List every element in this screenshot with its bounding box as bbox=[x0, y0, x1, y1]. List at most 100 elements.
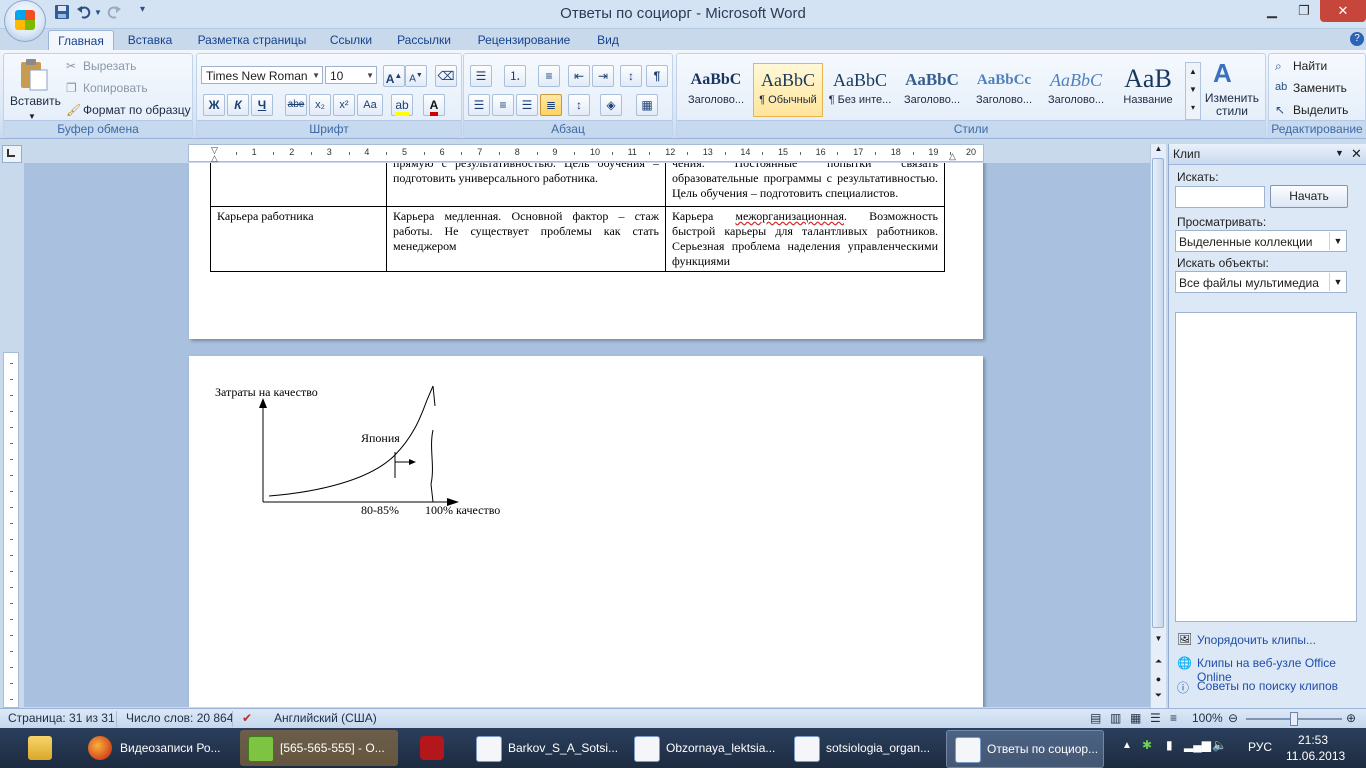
pane-options-icon[interactable]: ▼ bbox=[1335, 148, 1344, 158]
find-button[interactable]: Найти bbox=[1293, 59, 1327, 73]
taskbar-item[interactable]: Barkov_S_A_Sotsi... bbox=[468, 730, 618, 766]
font-color-icon[interactable]: A bbox=[423, 94, 445, 116]
style-no-spacing[interactable]: AaBbC ¶ Без инте... bbox=[825, 63, 895, 117]
styles-scroll[interactable]: ▲ ▼ ▾ bbox=[1185, 62, 1201, 120]
tray-device-icon[interactable]: ▮ bbox=[1166, 738, 1173, 752]
style-title[interactable]: AaB Название bbox=[1113, 63, 1183, 117]
replace-button[interactable]: Заменить bbox=[1293, 81, 1347, 95]
font-size-combo[interactable]: 10 ▼ bbox=[325, 66, 377, 84]
page-count[interactable]: Страница: 31 из 31 bbox=[8, 711, 115, 725]
copy-button[interactable]: Копировать bbox=[83, 81, 148, 95]
right-indent-marker[interactable]: △ bbox=[949, 151, 956, 162]
bullets-icon[interactable]: ☰ bbox=[470, 65, 492, 87]
tab-insert[interactable]: Вставка bbox=[118, 30, 182, 50]
network-icon[interactable]: ▂▄▆ bbox=[1184, 738, 1211, 752]
format-painter-button[interactable]: Формат по образцу bbox=[83, 103, 191, 117]
proofing-icon[interactable]: ✔ bbox=[242, 711, 252, 725]
line-spacing-icon[interactable]: ↕ bbox=[568, 94, 590, 116]
show-formatting-button[interactable]: ¶ bbox=[646, 65, 668, 87]
zoom-slider-thumb[interactable] bbox=[1290, 712, 1298, 726]
cut-button[interactable]: Вырезать bbox=[83, 59, 136, 73]
clip-search-input[interactable] bbox=[1175, 186, 1265, 208]
full-screen-reading-icon[interactable]: ▥ bbox=[1110, 711, 1121, 725]
draft-icon[interactable]: ≡ bbox=[1170, 711, 1177, 725]
volume-icon[interactable]: 🔈 bbox=[1212, 738, 1227, 752]
tab-selector[interactable] bbox=[2, 145, 22, 163]
strikethrough-button[interactable]: abe bbox=[285, 94, 307, 116]
taskbar-item[interactable] bbox=[406, 730, 460, 766]
select-browse-object-icon[interactable]: ● bbox=[1152, 674, 1165, 684]
clock-time[interactable]: 21:53 bbox=[1298, 733, 1328, 747]
tab-review[interactable]: Рецензирование bbox=[468, 30, 580, 50]
taskbar-item-active[interactable]: Ответы по социор... bbox=[946, 730, 1104, 768]
scroll-thumb[interactable] bbox=[1152, 158, 1164, 628]
input-language[interactable]: РУС bbox=[1248, 740, 1272, 754]
paste-button[interactable]: Вставить bbox=[10, 94, 61, 108]
paste-icon[interactable] bbox=[16, 58, 50, 92]
zoom-out-icon[interactable]: ⊖ bbox=[1228, 711, 1238, 725]
increase-indent-icon[interactable]: ⇥ bbox=[592, 65, 614, 87]
organize-clips-link[interactable]: Упорядочить клипы... bbox=[1197, 633, 1316, 647]
zoom-in-icon[interactable]: ⊕ bbox=[1346, 711, 1356, 725]
style-heading-3[interactable]: AaBbCc Заголово... bbox=[969, 63, 1039, 117]
tab-references[interactable]: Ссылки bbox=[322, 30, 380, 50]
print-layout-icon[interactable]: ▤ bbox=[1090, 711, 1101, 725]
underline-button[interactable]: Ч bbox=[251, 94, 273, 116]
close-button[interactable]: ✕ bbox=[1320, 0, 1366, 22]
multilevel-list-icon[interactable]: ≡ bbox=[538, 65, 560, 87]
style-normal[interactable]: AaBbC ¶ Обычный bbox=[753, 63, 823, 117]
align-left-icon[interactable]: ☰ bbox=[468, 94, 490, 116]
tab-view[interactable]: Вид bbox=[588, 30, 628, 50]
tab-page-layout[interactable]: Разметка страницы bbox=[190, 30, 314, 50]
next-page-icon[interactable]: ⏷ bbox=[1152, 690, 1165, 701]
media-type-select[interactable]: Все файлы мультимедиа ▼ bbox=[1175, 271, 1347, 293]
decrease-indent-icon[interactable]: ⇤ bbox=[568, 65, 590, 87]
pane-close-icon[interactable]: ✕ bbox=[1351, 146, 1362, 162]
outline-icon[interactable]: ☰ bbox=[1150, 711, 1161, 725]
tab-home[interactable]: Главная bbox=[48, 30, 114, 51]
language-indicator[interactable]: Английский (США) bbox=[274, 711, 377, 725]
highlight-icon[interactable]: ab bbox=[391, 94, 413, 116]
superscript-button[interactable]: x² bbox=[333, 94, 355, 116]
zoom-level[interactable]: 100% bbox=[1192, 711, 1223, 725]
sort-icon[interactable]: ↕ bbox=[620, 65, 642, 87]
clip-results-area[interactable] bbox=[1175, 312, 1357, 622]
style-heading-2[interactable]: AaBbC Заголово... bbox=[897, 63, 967, 117]
justify-icon[interactable]: ≣ bbox=[540, 94, 562, 116]
change-case-button[interactable]: Aa bbox=[357, 94, 383, 116]
go-button[interactable]: Начать bbox=[1270, 185, 1348, 208]
align-center-icon[interactable]: ≡ bbox=[492, 94, 514, 116]
taskbar-item[interactable]: Видеозаписи Ро... bbox=[80, 730, 232, 766]
document-area[interactable]: прямую с результативностью. Цель обучени… bbox=[24, 163, 1150, 707]
save-icon[interactable] bbox=[54, 4, 70, 22]
grow-font-icon[interactable]: A▲ bbox=[383, 65, 405, 87]
scroll-up-icon[interactable]: ▲ bbox=[1152, 144, 1165, 156]
explorer-taskbar-item[interactable] bbox=[8, 730, 72, 766]
word-count[interactable]: Число слов: 20 864 bbox=[126, 711, 233, 725]
shrink-font-icon[interactable]: A▼ bbox=[405, 65, 427, 87]
vertical-ruler[interactable] bbox=[3, 352, 19, 708]
tray-expand-icon[interactable]: ▲ bbox=[1122, 740, 1132, 751]
subscript-button[interactable]: x₂ bbox=[309, 94, 331, 116]
customize-qat-icon[interactable]: ▾ bbox=[140, 4, 145, 22]
taskbar-item[interactable]: sotsiologia_organ... bbox=[786, 730, 940, 766]
taskbar-item[interactable]: Obzornaya_lektsia... bbox=[626, 730, 778, 766]
search-tips-link[interactable]: Советы по поиску клипов bbox=[1197, 679, 1338, 693]
clock-date[interactable]: 11.06.2013 bbox=[1286, 749, 1345, 763]
align-right-icon[interactable]: ☰ bbox=[516, 94, 538, 116]
redo-icon[interactable] bbox=[106, 4, 122, 22]
borders-icon[interactable]: ▦ bbox=[636, 94, 658, 116]
undo-icon[interactable] bbox=[76, 4, 92, 22]
change-styles-icon[interactable]: A bbox=[1213, 58, 1232, 89]
shading-icon[interactable]: ◈ bbox=[600, 94, 622, 116]
select-button[interactable]: Выделить bbox=[1293, 103, 1348, 117]
bold-button[interactable]: Ж bbox=[203, 94, 225, 116]
vertical-scrollbar[interactable]: ▲ ▼ ⏶ ● ⏷ bbox=[1150, 144, 1166, 708]
web-layout-icon[interactable]: ▦ bbox=[1130, 711, 1141, 725]
scroll-down-icon[interactable]: ▼ bbox=[1152, 634, 1165, 643]
tab-mailings[interactable]: Рассылки bbox=[390, 30, 458, 50]
maximize-button[interactable]: ❐ bbox=[1288, 0, 1320, 22]
tray-app-icon[interactable]: ✱ bbox=[1142, 738, 1152, 752]
style-heading-4[interactable]: AaBbC Заголово... bbox=[1041, 63, 1111, 117]
collections-select[interactable]: Выделенные коллекции ▼ bbox=[1175, 230, 1347, 252]
